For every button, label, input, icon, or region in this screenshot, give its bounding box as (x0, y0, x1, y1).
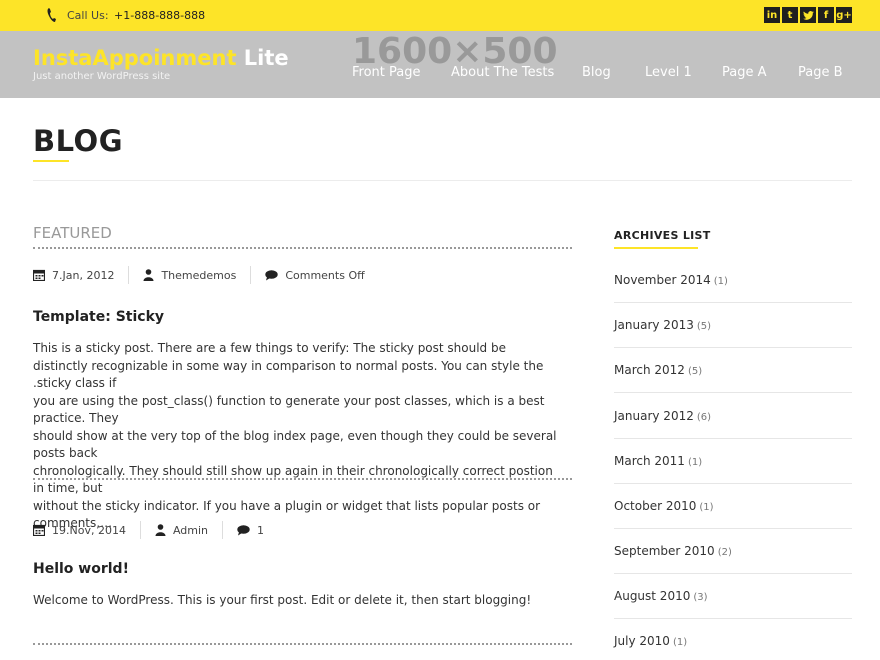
divider (614, 618, 852, 619)
nav-item-about-the-tests[interactable]: About The Tests (451, 65, 554, 80)
tumblr-icon[interactable]: t (782, 7, 798, 23)
post-comments[interactable]: Comments Off (285, 269, 364, 282)
archive-month[interactable]: November 2014 (614, 273, 711, 287)
linkedin-icon[interactable]: in (764, 7, 780, 23)
divider (33, 180, 852, 181)
excerpt-line: you are using the post_class() function … (33, 393, 545, 426)
archive-count: (1) (699, 502, 714, 513)
site-header: 1600×500 InstaAppoinment Lite Just anoth… (0, 31, 880, 98)
excerpt-line: chronologically. They should still show … (33, 463, 553, 496)
archive-count: (2) (717, 547, 732, 558)
meta-separator (139, 521, 141, 539)
post-author[interactable]: Themedemos (161, 269, 236, 282)
post-comments[interactable]: 1 (257, 524, 264, 537)
dotted-divider (33, 247, 572, 249)
divider (614, 392, 852, 393)
site-title[interactable]: InstaAppoinment Lite (33, 46, 289, 70)
meta-separator (250, 266, 252, 284)
nav-item-level-1[interactable]: Level 1 (645, 65, 692, 80)
nav-item-page-b[interactable]: Page B (798, 65, 843, 80)
archive-month[interactable]: August 2010 (614, 589, 690, 603)
post-date[interactable]: 19.Nov, 2014 (52, 524, 126, 537)
archive-item[interactable]: March 2012 (5) (614, 363, 852, 377)
user-icon (155, 524, 166, 536)
post-title[interactable]: Hello world! (33, 561, 129, 577)
archive-item[interactable]: July 2010 (1) (614, 634, 852, 648)
archives-heading: ARCHIVES LIST (614, 229, 711, 242)
divider (614, 438, 852, 439)
site-tagline: Just another WordPress site (33, 71, 171, 82)
archives-heading-underline (614, 247, 698, 249)
post-excerpt: This is a sticky post. There are a few t… (33, 340, 563, 533)
featured-label: FEATURED (33, 224, 112, 242)
post-date[interactable]: 7.Jan, 2012 (52, 269, 114, 282)
twitter-icon[interactable] (800, 7, 816, 23)
archive-month[interactable]: March 2011 (614, 454, 685, 468)
site-title-main: InstaAppoinment (33, 46, 237, 70)
divider (614, 347, 852, 348)
post-excerpt: Welcome to WordPress. This is your first… (33, 592, 563, 610)
nav-item-blog[interactable]: Blog (582, 65, 611, 80)
call-label: Call Us: (67, 9, 109, 22)
archive-count: (1) (713, 276, 728, 287)
excerpt-line: distinctly recognizable in some way in c… (33, 358, 544, 391)
archive-count: (5) (696, 321, 712, 332)
excerpt-line: should show at the very top of the blog … (33, 428, 557, 461)
archive-month[interactable]: October 2010 (614, 499, 696, 513)
archive-item[interactable]: September 2010 (2) (614, 544, 852, 558)
comment-icon (265, 269, 279, 280)
dotted-divider (33, 643, 572, 645)
excerpt-line: This is a sticky post. There are a few t… (33, 341, 506, 355)
archive-item[interactable]: October 2010 (1) (614, 499, 852, 513)
calendar-icon (33, 524, 45, 536)
user-icon (143, 269, 154, 281)
archive-count: (6) (696, 412, 712, 423)
post-meta: 19.Nov, 2014 Admin 1 (33, 521, 264, 539)
divider (614, 483, 852, 484)
archive-month[interactable]: January 2013 (614, 318, 694, 332)
archive-item[interactable]: January 2012 (6) (614, 409, 852, 423)
archive-month[interactable]: March 2012 (614, 363, 685, 377)
page-title: BLOG (33, 124, 124, 158)
top-bar: Call Us: +1-888-888-888 in t f g+ (0, 0, 880, 31)
archive-item[interactable]: August 2010 (3) (614, 589, 852, 603)
phone-icon (47, 8, 56, 22)
comment-icon (237, 524, 250, 535)
social-links: in t f g+ (764, 7, 852, 23)
post-meta: 7.Jan, 2012 Themedemos Comments Off (33, 266, 365, 284)
facebook-icon[interactable]: f (818, 7, 834, 23)
meta-separator (222, 521, 224, 539)
archive-month[interactable]: January 2012 (614, 409, 694, 423)
phone-number[interactable]: +1-888-888-888 (114, 9, 205, 22)
post-title[interactable]: Template: Sticky (33, 309, 164, 325)
title-underline (33, 160, 69, 162)
google-plus-icon[interactable]: g+ (836, 7, 852, 23)
excerpt-line: Welcome to WordPress. This is your first… (33, 593, 532, 607)
calendar-icon (33, 269, 45, 281)
divider (614, 573, 852, 574)
archive-month[interactable]: July 2010 (614, 634, 670, 648)
archive-count: (1) (687, 457, 703, 468)
archive-item[interactable]: November 2014 (1) (614, 273, 852, 287)
site-title-suffix: Lite (243, 46, 289, 70)
nav-item-front-page[interactable]: Front Page (352, 65, 421, 80)
post-author[interactable]: Admin (173, 524, 208, 537)
dotted-divider (33, 478, 572, 480)
call-us: Call Us: +1-888-888-888 (67, 9, 205, 22)
divider (614, 528, 852, 529)
divider (614, 302, 852, 303)
archive-count: (1) (672, 637, 688, 648)
archive-item[interactable]: January 2013 (5) (614, 318, 852, 332)
archive-item[interactable]: March 2011 (1) (614, 454, 852, 468)
archive-count: (5) (687, 366, 703, 377)
archive-count: (3) (693, 592, 708, 603)
meta-separator (128, 266, 130, 284)
archive-month[interactable]: September 2010 (614, 544, 715, 558)
nav-item-page-a[interactable]: Page A (722, 65, 767, 80)
